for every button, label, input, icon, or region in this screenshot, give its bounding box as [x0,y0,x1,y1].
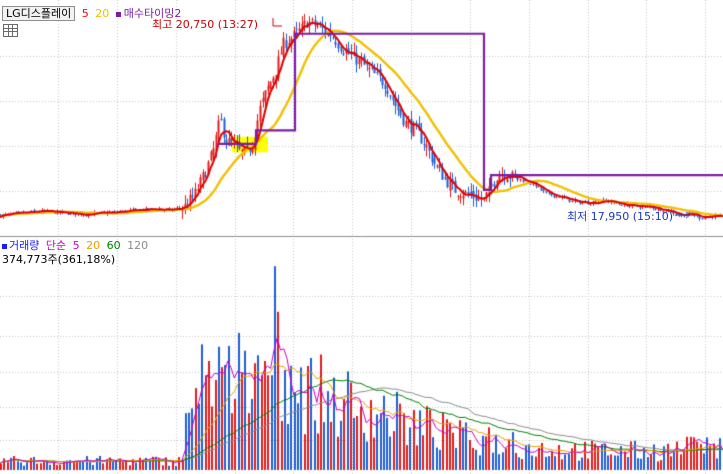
volume-legend: 거래량 단순 5 20 60 120 [2,239,151,252]
volume-value-label: 374,773주(361,18%) [2,253,116,266]
table-view-icon[interactable] [3,24,18,37]
volume-ma-type: 단순 [45,239,67,252]
volume-ma20-label: 20 [86,239,101,252]
indicator-square-icon [115,11,121,17]
ma5-label: 5 [81,7,89,20]
low-price-annotation: 최저 17,950 (15:10) [567,210,674,223]
volume-ma60-label: 60 [106,239,121,252]
volume-ma5-label: 5 [72,239,80,252]
price-volume-chart[interactable] [0,0,723,474]
volume-square-icon [2,243,7,249]
volume-title: 거래량 [9,239,40,252]
high-price-annotation: 최고 20,750 (13:27) [152,18,259,31]
ma20-label: 20 [95,7,110,20]
volume-ma120-label: 120 [127,239,149,252]
stock-selector-chip[interactable]: LG디스플레이 [2,6,76,21]
